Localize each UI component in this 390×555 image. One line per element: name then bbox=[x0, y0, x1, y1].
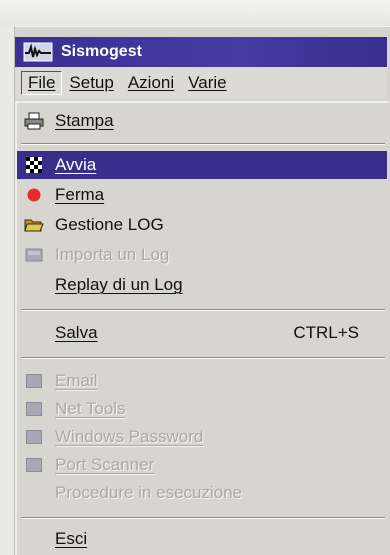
menu-item-procedure-esecuzione[interactable]: Procedure in esecuzione bbox=[17, 479, 387, 507]
title-bar: Sismogest bbox=[15, 37, 387, 67]
menu-azioni[interactable]: Azioni bbox=[121, 71, 181, 95]
menu-item-replay-log[interactable]: Replay di un Log bbox=[17, 271, 387, 299]
background-strip bbox=[0, 0, 390, 26]
menu-file[interactable]: File bbox=[21, 71, 63, 95]
app-icon bbox=[21, 41, 55, 63]
menu-item-label: Procedure in esecuzione bbox=[55, 483, 243, 502]
menu-item-esci[interactable]: Esci bbox=[17, 525, 387, 553]
checkered-flag-icon bbox=[23, 155, 45, 175]
menu-item-label: Gestione LOG bbox=[55, 215, 164, 234]
menu-item-net-tools[interactable]: Net Tools bbox=[17, 395, 387, 423]
password-icon bbox=[23, 427, 45, 447]
menu-item-label: Replay di un Log bbox=[55, 275, 183, 294]
window-title: Sismogest bbox=[61, 43, 142, 60]
red-dot-icon bbox=[23, 185, 45, 205]
menu-separator bbox=[21, 517, 385, 519]
net-tools-icon bbox=[23, 399, 45, 419]
menu-item-label: Stampa bbox=[55, 111, 114, 130]
shortcut-label: CTRL+S bbox=[293, 323, 359, 342]
menu-item-label: Importa un Log bbox=[55, 245, 170, 264]
folder-icon bbox=[23, 215, 45, 235]
menu-item-label: Net Tools bbox=[55, 399, 126, 418]
menu-item-label: Port Scanner bbox=[55, 455, 155, 474]
menu-item-stampa[interactable]: Stampa bbox=[17, 107, 387, 135]
menu-item-port-scanner[interactable]: Port Scanner bbox=[17, 451, 387, 479]
menu-item-label: Windows Password bbox=[55, 427, 204, 446]
menu-item-label: Salva bbox=[55, 323, 98, 342]
menu-separator bbox=[21, 143, 385, 145]
app-window: Sismogest File Setup Azioni Varie Stampa bbox=[14, 26, 390, 555]
printer-icon bbox=[23, 111, 45, 131]
menu-item-email[interactable]: Email bbox=[17, 367, 387, 395]
menu-item-label: Email bbox=[55, 371, 98, 390]
menu-item-salva[interactable]: Salva CTRL+S bbox=[17, 319, 387, 347]
port-scanner-icon bbox=[23, 455, 45, 475]
menu-varie[interactable]: Varie bbox=[181, 71, 233, 95]
menu-bar: File Setup Azioni Varie bbox=[15, 67, 387, 99]
menu-item-avvia[interactable]: Avvia bbox=[17, 151, 387, 179]
menu-item-label: Ferma bbox=[55, 185, 105, 204]
menu-item-windows-password[interactable]: Windows Password bbox=[17, 423, 387, 451]
menu-setup[interactable]: Setup bbox=[62, 71, 120, 95]
menu-item-ferma[interactable]: Ferma bbox=[17, 181, 387, 209]
menu-item-gestione-log[interactable]: Gestione LOG bbox=[17, 211, 387, 239]
menu-separator bbox=[21, 357, 385, 359]
menu-item-importa-log[interactable]: Importa un Log bbox=[17, 241, 387, 269]
menu-item-label: Avvia bbox=[55, 155, 97, 174]
menu-separator bbox=[21, 309, 385, 311]
email-icon bbox=[23, 371, 45, 391]
import-icon bbox=[23, 245, 45, 265]
file-dropdown-menu: Stampa Avvia Ferma Gestione LOG Importa … bbox=[15, 101, 389, 555]
menu-item-label: Esci bbox=[55, 529, 88, 548]
